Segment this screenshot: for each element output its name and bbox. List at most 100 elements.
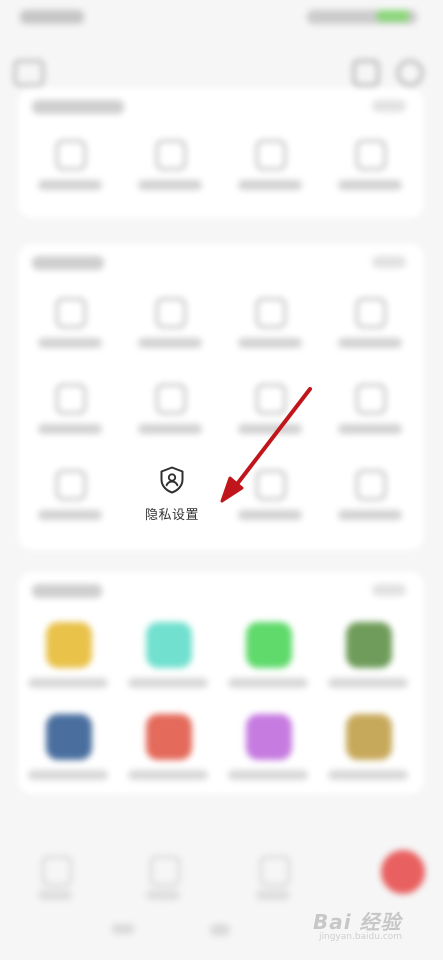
grid-tile[interactable] xyxy=(224,290,316,370)
tile-label xyxy=(138,180,202,190)
grid-tile[interactable] xyxy=(324,290,416,370)
nav-home-icon[interactable] xyxy=(42,856,72,886)
app-tile[interactable] xyxy=(322,714,414,800)
blue-app-icon xyxy=(46,714,92,760)
nav-label xyxy=(256,890,290,900)
grid-tile[interactable] xyxy=(24,132,116,212)
nav-discover-icon[interactable] xyxy=(150,856,180,886)
section-title xyxy=(32,100,124,114)
tile-label xyxy=(338,424,402,434)
app-label xyxy=(228,770,308,780)
tile-label xyxy=(338,180,402,190)
tile-label xyxy=(38,510,102,520)
section-more-link[interactable] xyxy=(372,256,406,268)
app-tile[interactable] xyxy=(222,714,314,800)
grid-tile[interactable] xyxy=(324,462,416,542)
app-label xyxy=(128,770,208,780)
tile-icon xyxy=(356,298,386,328)
colorful-app-icon xyxy=(246,714,292,760)
tile-icon xyxy=(156,140,186,170)
watermark-brand: Bai 经验 xyxy=(313,910,402,934)
blurred-background xyxy=(0,0,443,960)
status-bar xyxy=(0,0,443,40)
tile-icon xyxy=(256,140,286,170)
privacy-settings-label: 隐私设置 xyxy=(144,508,199,523)
settings-icon[interactable] xyxy=(397,60,423,86)
tile-label xyxy=(138,424,202,434)
tile-label xyxy=(338,338,402,348)
status-time xyxy=(20,10,84,24)
gesture-home-icon[interactable] xyxy=(210,924,230,936)
grid-tile[interactable] xyxy=(24,290,116,370)
yellow-app-icon xyxy=(46,622,92,668)
grid-tile[interactable] xyxy=(324,376,416,456)
app-label xyxy=(28,678,108,688)
tile-label xyxy=(338,510,402,520)
section-more-link[interactable] xyxy=(372,100,406,112)
app-label xyxy=(328,678,408,688)
tile-icon xyxy=(56,298,86,328)
tile-icon xyxy=(356,384,386,414)
tile-label xyxy=(38,180,102,190)
app-tile[interactable] xyxy=(322,622,414,708)
app-tile[interactable] xyxy=(22,622,114,708)
app-tile[interactable] xyxy=(122,622,214,708)
tile-icon xyxy=(56,140,86,170)
grid-tile[interactable] xyxy=(124,376,216,456)
app-tile[interactable] xyxy=(22,714,114,800)
tile-icon xyxy=(56,384,86,414)
watermark-url: jingyan.baidu.com xyxy=(319,932,403,942)
grid-tile[interactable] xyxy=(324,132,416,212)
red-app-icon xyxy=(146,714,192,760)
nav-message-icon[interactable] xyxy=(260,856,290,886)
landscape-app-icon xyxy=(346,622,392,668)
battery-icon xyxy=(377,10,409,22)
teal-app-icon xyxy=(146,622,192,668)
section-title xyxy=(32,256,104,270)
grid-tile[interactable] xyxy=(24,462,116,542)
section-card-1 xyxy=(18,88,424,218)
tile-icon xyxy=(56,470,86,500)
section-more-link[interactable] xyxy=(372,584,406,596)
grid-tile[interactable] xyxy=(124,132,216,212)
tile-icon xyxy=(256,384,286,414)
nav-label xyxy=(38,890,72,900)
grid-tile[interactable] xyxy=(224,376,316,456)
nav-label xyxy=(146,890,180,900)
grid-tile[interactable] xyxy=(124,290,216,370)
tile-icon xyxy=(256,298,286,328)
section-card-3 xyxy=(18,572,424,794)
shield-user-icon xyxy=(160,466,184,494)
app-label xyxy=(128,678,208,688)
tile-icon xyxy=(356,470,386,500)
app-label xyxy=(28,770,108,780)
tile-label xyxy=(238,180,302,190)
app-tile[interactable] xyxy=(222,622,314,708)
app-label xyxy=(328,770,408,780)
section-title xyxy=(32,584,102,598)
tile-icon xyxy=(156,298,186,328)
app-tile[interactable] xyxy=(122,714,214,800)
nav-profile-icon[interactable] xyxy=(381,850,425,894)
watermark: Bai 经验 jingyan.baidu.com xyxy=(313,900,433,950)
app-label xyxy=(228,678,308,688)
brown-app-icon xyxy=(346,714,392,760)
privacy-settings-item[interactable]: 隐私设置 xyxy=(130,460,214,528)
gesture-back-icon[interactable] xyxy=(112,924,134,934)
grid-tile[interactable] xyxy=(224,132,316,212)
green-app-icon xyxy=(246,622,292,668)
tile-label xyxy=(38,424,102,434)
scan-icon[interactable] xyxy=(353,60,379,86)
tile-icon xyxy=(156,384,186,414)
tile-label xyxy=(138,338,202,348)
tile-label xyxy=(238,510,302,520)
tile-icon xyxy=(256,470,286,500)
tile-icon xyxy=(356,140,386,170)
tile-label xyxy=(238,338,302,348)
tile-label xyxy=(38,338,102,348)
tile-label xyxy=(238,424,302,434)
grid-tile[interactable] xyxy=(224,462,316,542)
section-card-2 xyxy=(18,244,424,550)
back-icon[interactable] xyxy=(14,60,44,86)
grid-tile[interactable] xyxy=(24,376,116,456)
